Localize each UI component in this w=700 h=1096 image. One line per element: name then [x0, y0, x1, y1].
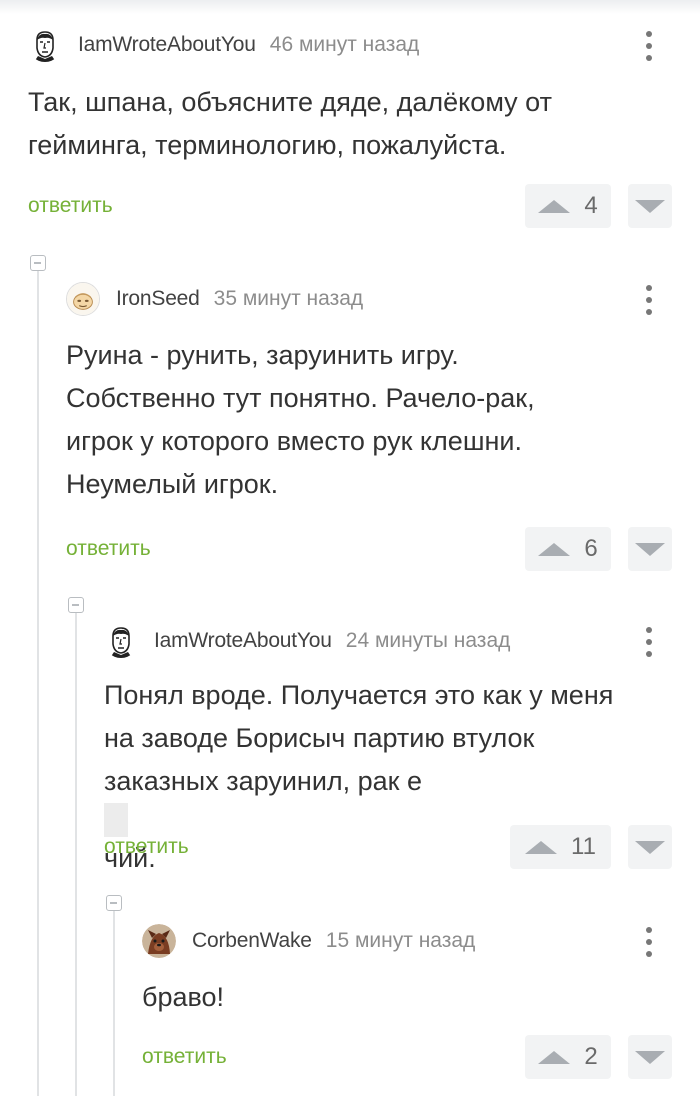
- comment-text-line: Так, шпана, объясните дяде, далёкому от: [28, 87, 552, 117]
- comment-text: Руина - рунить, заруинить игру. Собствен…: [66, 334, 535, 506]
- reply-link[interactable]: ответить: [104, 835, 189, 859]
- arrow-down-icon: [635, 1050, 665, 1064]
- comment-text-line: Руина - рунить, заруинить игру.: [66, 340, 459, 370]
- arrow-down-icon: [635, 840, 665, 854]
- thread-line: [75, 613, 77, 1096]
- reply-link[interactable]: ответить: [142, 1045, 227, 1069]
- reply-link[interactable]: ответить: [28, 194, 113, 218]
- downvote-button[interactable]: [628, 184, 672, 228]
- comment-1: IamWroteAboutYou 46 минут назад Так, шпа…: [28, 25, 672, 235]
- more-dot-icon: [646, 939, 652, 945]
- comment-text-line: на заводе Борисыч партию втулок: [104, 723, 535, 753]
- comment-time[interactable]: 35 минут назад: [214, 287, 364, 311]
- man-portrait-avatar-icon[interactable]: [104, 624, 138, 658]
- comment-header: IamWroteAboutYou 24 минуты назад: [104, 621, 510, 661]
- comment-menu-button[interactable]: [637, 625, 661, 659]
- comment-text: Так, шпана, объясните дяде, далёкому от …: [28, 81, 552, 167]
- downvote-button[interactable]: [628, 1035, 672, 1079]
- comment-text-line: Неумелый игрок.: [66, 469, 279, 499]
- downvote-button[interactable]: [628, 825, 672, 869]
- vote-count: 2: [584, 1043, 598, 1070]
- more-dot-icon: [646, 43, 652, 49]
- comment-text-line: Понял вроде. Получается это как у меня: [104, 680, 614, 710]
- more-dot-icon: [646, 651, 652, 657]
- comment-text-line: Собственно тут понятно. Рачело-рак,: [66, 383, 535, 413]
- upvote-button[interactable]: 4: [525, 184, 611, 228]
- comment-menu-button[interactable]: [637, 29, 661, 63]
- vote-count: 11: [571, 833, 596, 860]
- top-bar-shadow: [0, 0, 700, 14]
- comment-author[interactable]: IronSeed: [116, 287, 200, 311]
- comment-text-line: гейминга, терминологию, пожалуйста.: [28, 130, 507, 160]
- arrow-down-icon: [635, 542, 665, 556]
- more-dot-icon: [646, 309, 652, 315]
- comment-menu-button[interactable]: [637, 925, 661, 959]
- arrow-down-icon: [635, 199, 665, 213]
- collapse-thread-toggle[interactable]: [106, 895, 122, 911]
- thread-line: [37, 271, 39, 1096]
- more-dot-icon: [646, 627, 652, 633]
- comment-2: IronSeed 35 минут назад Руина - рунить, …: [66, 279, 672, 579]
- arrow-up-icon: [538, 1050, 571, 1064]
- arrow-up-icon: [525, 840, 558, 854]
- comment-time[interactable]: 15 минут назад: [326, 929, 476, 953]
- vote-count: 4: [584, 192, 598, 219]
- comment-text-line: браво!: [142, 982, 225, 1012]
- downvote-button[interactable]: [628, 527, 672, 571]
- comment-time[interactable]: 46 минут назад: [270, 33, 420, 57]
- vote-count: 6: [584, 535, 598, 562]
- more-dot-icon: [646, 297, 652, 303]
- reply-link[interactable]: ответить: [66, 537, 151, 561]
- upvote-button[interactable]: 11: [510, 825, 611, 869]
- comment-time[interactable]: 24 минуты назад: [346, 629, 511, 653]
- dog-avatar-icon[interactable]: [142, 924, 176, 958]
- comment-text-line: игрок у которого вместо рук клешни.: [66, 426, 522, 456]
- comment-author[interactable]: IamWroteAboutYou: [78, 33, 256, 57]
- comment-text: браво!: [142, 976, 224, 1019]
- comment-header: IamWroteAboutYou 46 минут назад: [28, 25, 419, 65]
- comment-3: IamWroteAboutYou 24 минуты назад Понял в…: [104, 621, 672, 881]
- more-dot-icon: [646, 639, 652, 645]
- censor-overlay: [104, 803, 128, 837]
- cartoon-face-avatar-icon[interactable]: [66, 282, 100, 316]
- more-dot-icon: [646, 951, 652, 957]
- comment-4: CorbenWake 15 минут назад браво! ответит…: [142, 921, 672, 1081]
- comment-header: IronSeed 35 минут назад: [66, 279, 363, 319]
- arrow-up-icon: [538, 199, 571, 213]
- upvote-button[interactable]: 2: [525, 1035, 611, 1079]
- more-dot-icon: [646, 31, 652, 37]
- more-dot-icon: [646, 285, 652, 291]
- comment-header: CorbenWake 15 минут назад: [142, 921, 475, 961]
- collapse-thread-toggle[interactable]: [30, 255, 46, 271]
- comment-text-fragment: заказных заруинил, рак е: [104, 766, 423, 796]
- upvote-button[interactable]: 6: [525, 527, 611, 571]
- comment-menu-button[interactable]: [637, 283, 661, 317]
- collapse-thread-toggle[interactable]: [68, 597, 84, 613]
- comment-author[interactable]: CorbenWake: [192, 929, 312, 953]
- man-portrait-avatar-icon[interactable]: [28, 28, 62, 62]
- comment-author[interactable]: IamWroteAboutYou: [154, 629, 332, 653]
- more-dot-icon: [646, 55, 652, 61]
- more-dot-icon: [646, 927, 652, 933]
- arrow-up-icon: [538, 542, 571, 556]
- thread-line: [113, 911, 115, 1096]
